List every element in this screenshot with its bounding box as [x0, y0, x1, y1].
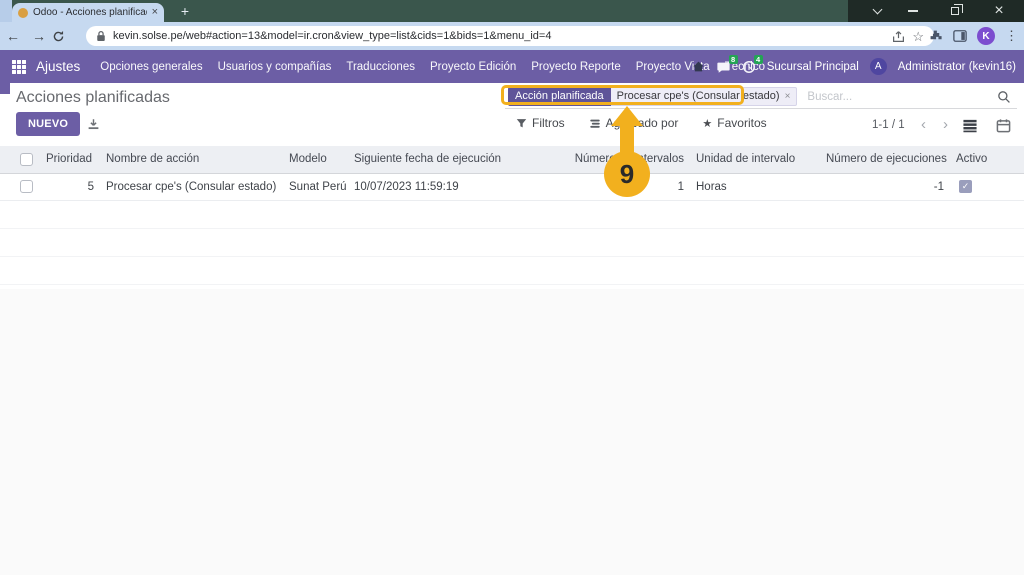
col-numero-ejecuciones[interactable]: Número de ejecuciones — [820, 146, 950, 173]
table-row[interactable]: 5 Procesar cpe's (Consular estado) Sunat… — [0, 173, 1024, 200]
menu-opciones-generales[interactable]: Opciones generales — [100, 61, 202, 73]
row-checkbox[interactable] — [20, 180, 33, 193]
navbar-corner-fragment — [0, 83, 10, 94]
filters-button[interactable]: Filtros — [516, 116, 565, 130]
col-siguiente-fecha[interactable]: Siguiente fecha de ejecución — [348, 146, 530, 173]
tab-favicon-icon — [18, 8, 28, 18]
cell-unit[interactable]: Horas — [690, 173, 820, 200]
cell-executions[interactable]: -1 — [820, 173, 950, 200]
cell-next-date[interactable]: 10/07/2023 11:59:19 — [348, 173, 530, 200]
search-icon[interactable] — [997, 90, 1011, 104]
filter-funnel-icon — [516, 118, 527, 129]
back-button[interactable]: ← — [0, 29, 26, 43]
empty-area — [0, 289, 1024, 575]
menu-usuarios-companias[interactable]: Usuarios y compañías — [218, 61, 332, 73]
pager-next-icon[interactable]: › — [943, 116, 948, 133]
calendar-view-icon[interactable] — [996, 118, 1011, 133]
window-close-button[interactable]: × — [984, 0, 1014, 22]
bookmark-star-icon[interactable]: ☆ — [912, 30, 924, 43]
search-bar[interactable]: Acción planificada Procesar cpe's (Consu… — [505, 85, 1017, 109]
annotation-step-badge: 9 — [604, 151, 650, 197]
menu-proyecto-reporte[interactable]: Proyecto Reporte — [531, 61, 621, 73]
tab-title: Odoo - Acciones planificadas — [33, 7, 147, 18]
browser-profile-avatar[interactable]: K — [977, 27, 995, 45]
activities-badge: 4 — [754, 55, 763, 64]
select-all-header[interactable] — [0, 146, 40, 173]
window-minimize-button[interactable] — [898, 0, 928, 22]
facet-value: Procesar cpe's (Consular estado) — [617, 89, 780, 104]
search-facet: Acción planificada Procesar cpe's (Consu… — [508, 87, 797, 106]
col-prioridad[interactable]: Prioridad — [40, 146, 100, 173]
cell-priority[interactable]: 5 — [40, 173, 100, 200]
empty-row — [0, 200, 1024, 228]
side-panel-icon[interactable] — [953, 29, 967, 43]
pager-counter: 1-1 / 1 — [872, 119, 905, 131]
col-unidad-intervalo[interactable]: Unidad de intervalo — [690, 146, 820, 173]
menu-traducciones[interactable]: Traducciones — [346, 61, 415, 73]
table-header-row: Prioridad Nombre de acción Modelo Siguie… — [0, 146, 1024, 173]
new-button[interactable]: NUEVO — [16, 112, 80, 136]
browser-tab[interactable]: Odoo - Acciones planificadas × — [12, 3, 164, 22]
browser-menu-kebab-icon[interactable]: ⋮ — [1005, 28, 1018, 44]
navbar-menu: Opciones generales Usuarios y compañías … — [100, 61, 765, 73]
messages-badge: 8 — [729, 55, 738, 64]
share-icon[interactable] — [892, 30, 905, 43]
window-left-edge — [0, 0, 12, 22]
groupby-layers-icon — [589, 118, 601, 129]
favorites-button[interactable]: ★ Favoritos — [702, 116, 766, 130]
list-view-icon[interactable] — [962, 118, 978, 133]
col-nombre[interactable]: Nombre de acción — [100, 146, 283, 173]
search-placeholder[interactable]: Buscar... — [807, 91, 852, 103]
browser-toolbar: ← → kevin.solse.pe/web#action=13&model=i… — [0, 22, 1024, 50]
user-menu[interactable]: Administrator (kevin16) — [898, 61, 1016, 73]
url-text[interactable]: kevin.solse.pe/web#action=13&model=ir.cr… — [113, 30, 885, 42]
lock-icon — [96, 30, 106, 42]
new-tab-button[interactable]: + — [176, 2, 194, 20]
tab-close-icon[interactable]: × — [152, 7, 158, 18]
menu-proyecto-edicion[interactable]: Proyecto Edición — [430, 61, 516, 73]
window-menu-chevron-icon[interactable] — [862, 0, 892, 22]
main-content: Acciones planificadas Acción planificada… — [0, 83, 1024, 575]
forward-button[interactable]: → — [26, 29, 52, 43]
reload-button[interactable] — [52, 30, 78, 43]
favorites-star-icon: ★ — [702, 117, 712, 130]
browser-tab-strip: Odoo - Acciones planificadas × + × — [0, 0, 1024, 22]
messages-icon[interactable]: 8 — [716, 60, 731, 74]
odoo-navbar: Ajustes Opciones generales Usuarios y co… — [0, 50, 1024, 83]
active-checkbox[interactable]: ✓ — [959, 180, 972, 193]
facet-label: Acción planificada — [508, 87, 611, 106]
home-icon[interactable] — [692, 60, 705, 73]
app-name[interactable]: Ajustes — [36, 59, 80, 74]
page-title: Acciones planificadas — [16, 89, 170, 107]
facet-remove-icon[interactable]: × — [785, 89, 791, 104]
cell-model[interactable]: Sunat Perú — [283, 173, 348, 200]
empty-row — [0, 256, 1024, 284]
select-all-checkbox[interactable] — [20, 153, 33, 166]
activities-clock-icon[interactable]: 4 — [742, 60, 756, 74]
extensions-puzzle-icon[interactable] — [929, 29, 943, 43]
pager-previous-icon[interactable]: ‹ — [921, 116, 926, 133]
cell-name[interactable]: Procesar cpe's (Consular estado) — [100, 173, 283, 200]
company-selector[interactable]: Sucursal Principal — [767, 61, 859, 73]
apps-grid-icon[interactable] — [12, 60, 26, 74]
address-bar[interactable]: kevin.solse.pe/web#action=13&model=ir.cr… — [86, 26, 934, 46]
scheduled-actions-table: Prioridad Nombre de acción Modelo Siguie… — [0, 146, 1024, 285]
user-avatar[interactable]: A — [870, 58, 887, 75]
empty-row — [0, 228, 1024, 256]
col-modelo[interactable]: Modelo — [283, 146, 348, 173]
col-activo[interactable]: Activo — [950, 146, 1024, 173]
export-download-icon[interactable] — [87, 118, 100, 131]
window-restore-button[interactable] — [940, 0, 970, 22]
